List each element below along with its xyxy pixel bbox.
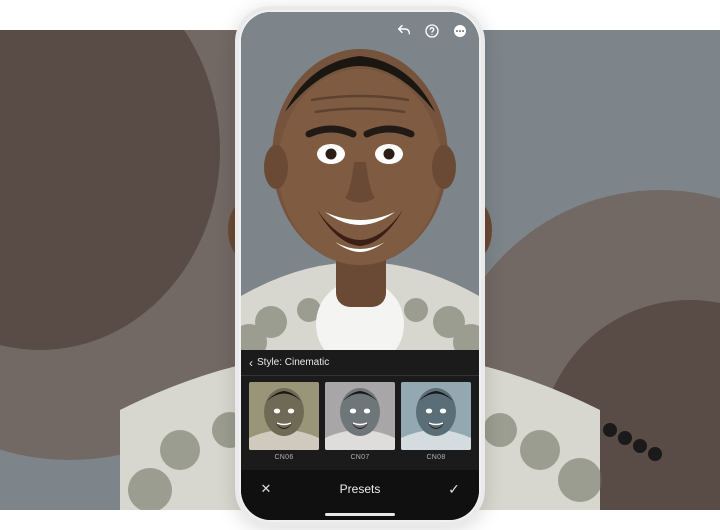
preset-thumbnail xyxy=(325,382,395,450)
style-category-row[interactable]: ‹ Style: Cinematic xyxy=(241,350,479,376)
chevron-left-icon[interactable]: ‹ xyxy=(249,357,253,369)
preset-label: CN06 xyxy=(274,454,293,461)
preset-thumbnail xyxy=(249,382,319,450)
preset-item[interactable]: CN08 xyxy=(401,382,471,468)
editor-topbar xyxy=(395,22,469,40)
cancel-button[interactable]: ✕ xyxy=(257,480,275,498)
close-icon: ✕ xyxy=(261,481,272,497)
panel-title: Presets xyxy=(340,482,381,496)
check-icon: ✓ xyxy=(448,481,460,498)
preset-item[interactable]: CN06 xyxy=(249,382,319,468)
preset-label: CN07 xyxy=(350,454,369,461)
home-indicator xyxy=(325,513,395,516)
confirm-button[interactable]: ✓ xyxy=(445,480,463,498)
editor-preview-photo[interactable] xyxy=(241,12,479,350)
preset-label: CN08 xyxy=(426,454,445,461)
help-icon[interactable] xyxy=(423,22,441,40)
phone-frame: ‹ Style: Cinematic CN06 xyxy=(235,6,485,526)
undo-icon[interactable] xyxy=(395,22,413,40)
preset-thumbnail xyxy=(401,382,471,450)
more-icon[interactable] xyxy=(451,22,469,40)
preset-item[interactable]: CN07 xyxy=(325,382,395,468)
phone-screen: ‹ Style: Cinematic CN06 xyxy=(241,12,479,520)
preset-thumbnails-row: CN06 CN07 xyxy=(241,376,479,470)
style-category-label: Style: Cinematic xyxy=(257,357,329,368)
